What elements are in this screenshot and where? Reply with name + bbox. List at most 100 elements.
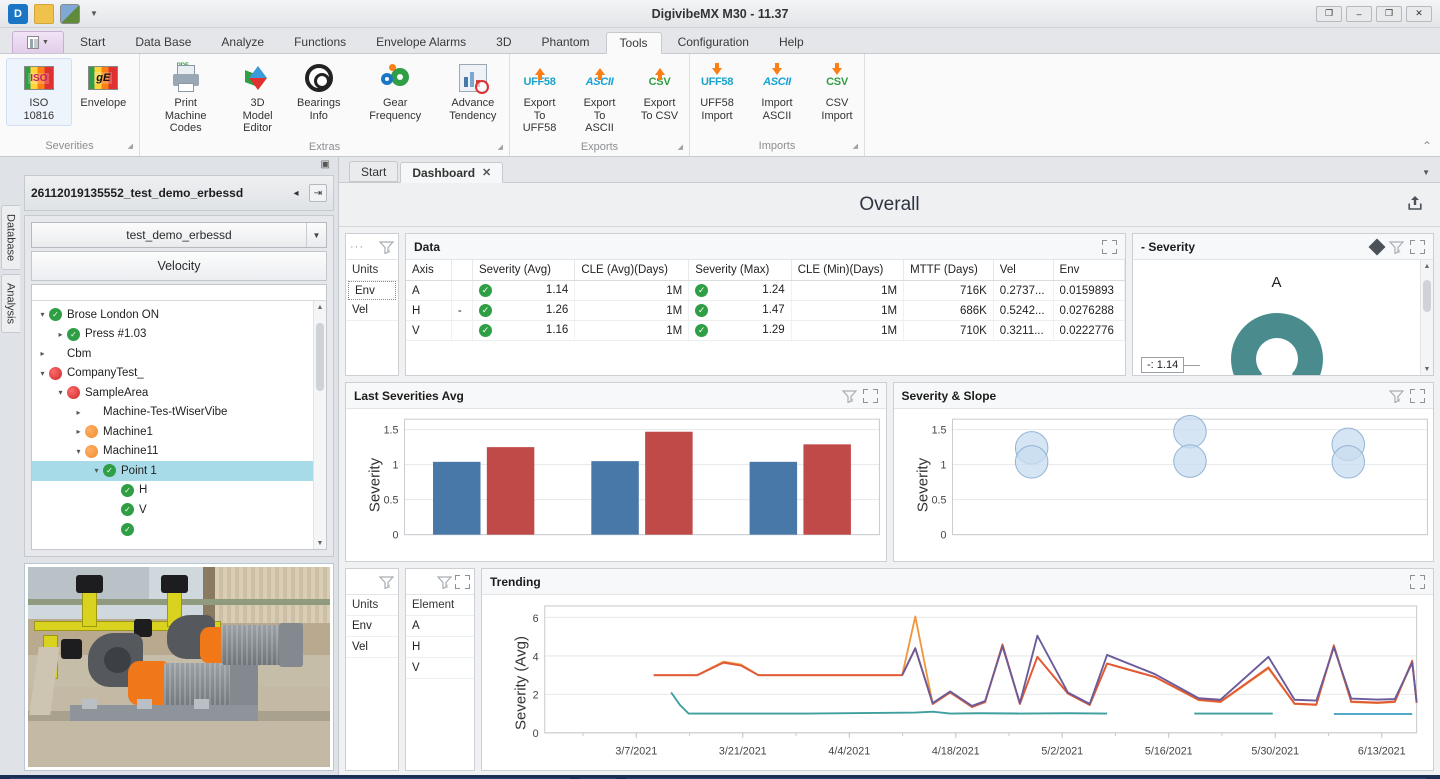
trend-line[interactable]: [901, 634, 1418, 707]
table-row[interactable]: H - ✓ 1.26 1M ✓ 1.47 1M 686K 0.5242... 0.0276288: [406, 300, 1125, 321]
tree-item-point-1[interactable]: ▾ ✓ Point 1: [32, 461, 313, 481]
dialog-launcher-icon[interactable]: ◢: [678, 143, 683, 151]
export-share-icon[interactable]: [1404, 192, 1426, 214]
dialog-launcher-icon[interactable]: ◢: [498, 143, 503, 151]
trend-line[interactable]: [653, 643, 1418, 708]
expand-twisty-closed-icon[interactable]: ▸: [72, 427, 85, 436]
import-ascii-button[interactable]: ASCII Import ASCII: [748, 58, 806, 126]
bar[interactable]: [645, 431, 693, 535]
scroll-up-icon[interactable]: ▲: [1421, 260, 1433, 272]
trending-units-env[interactable]: Env: [346, 616, 398, 637]
tree-item-companytest[interactable]: ▾ CompanyTest_: [32, 364, 313, 384]
dialog-launcher-icon[interactable]: ◢: [128, 142, 133, 150]
trending-units-vel[interactable]: Vel: [346, 637, 398, 658]
doc-tab-dashboard[interactable]: Dashboard ✕: [400, 162, 504, 183]
column-header[interactable]: CLE (Avg)(Days): [574, 260, 690, 281]
grid-view-icon[interactable]: [60, 3, 80, 24]
expand-twisty-closed-icon[interactable]: ▸: [54, 330, 67, 339]
scroll-down-icon[interactable]: ▼: [314, 537, 326, 549]
collapse-ribbon-icon[interactable]: ⌃: [1422, 139, 1432, 153]
collapse-left-icon[interactable]: ◂: [287, 184, 305, 202]
iso-10816-button[interactable]: ISO ISO 10816: [6, 58, 72, 127]
expand-twisty-closed-icon[interactable]: ▸: [72, 408, 85, 417]
print-machine-codes-button[interactable]: PDF Print Machine Codes: [146, 58, 225, 139]
tree-item-press-1-03[interactable]: ▸ ✓ Press #1.03: [32, 325, 313, 345]
app-logo-icon[interactable]: D: [8, 3, 28, 24]
bubble[interactable]: [1172, 415, 1207, 449]
chevron-down-icon[interactable]: ▼: [86, 9, 102, 18]
tree-item-h[interactable]: ✓ H: [32, 481, 313, 501]
tree-item-machine11[interactable]: ▾ Machine11: [32, 442, 313, 462]
dialog-launcher-icon[interactable]: ◢: [853, 142, 858, 150]
expand-icon[interactable]: [1410, 388, 1425, 403]
expand-twisty-open-icon[interactable]: ▾: [90, 466, 103, 475]
uff58-import-button[interactable]: UFF58 UFF58 Import: [688, 58, 746, 126]
maximize-button[interactable]: ❐: [1376, 5, 1402, 22]
filter-icon[interactable]: x: [841, 389, 857, 403]
column-header[interactable]: Axis: [406, 260, 452, 281]
filter-icon[interactable]: x: [379, 575, 394, 589]
tab-tools[interactable]: Tools: [605, 32, 662, 54]
restore-pane-button[interactable]: ❐: [1316, 5, 1342, 22]
filter-icon[interactable]: x: [437, 575, 452, 589]
3d-model-editor-button[interactable]: 3D Model Editor: [227, 58, 287, 139]
expand-twisty-open-icon[interactable]: ▾: [54, 388, 67, 397]
bar[interactable]: [749, 461, 798, 535]
tab-overflow-icon[interactable]: ▼: [1422, 168, 1430, 177]
trending-element-a[interactable]: A: [406, 616, 474, 637]
bar[interactable]: [591, 461, 639, 535]
close-button[interactable]: ✕: [1406, 5, 1432, 22]
expand-twisty-open-icon[interactable]: ▾: [36, 310, 49, 319]
envelope-button[interactable]: gE Envelope: [74, 58, 133, 114]
tree-item-cbm[interactable]: ▸ Cbm: [32, 344, 313, 364]
bubble[interactable]: [1331, 445, 1365, 479]
tree-item-samplearea[interactable]: ▾ SampleArea: [32, 383, 313, 403]
bar[interactable]: [433, 461, 481, 535]
expand-icon[interactable]: [1102, 239, 1117, 254]
column-header[interactable]: Severity (Avg): [472, 260, 576, 281]
trend-line[interactable]: [670, 691, 1108, 715]
column-header[interactable]: Severity (Max): [688, 260, 792, 281]
scroll-thumb[interactable]: [1423, 280, 1431, 312]
table-row[interactable]: V ✓ 1.16 1M ✓ 1.29 1M 710K 0.3211... 0.0222776: [406, 320, 1125, 341]
scroll-up-icon[interactable]: ▲: [314, 301, 326, 313]
expand-icon[interactable]: [862, 388, 878, 403]
advance-tendency-button[interactable]: Advance Tendency: [443, 58, 503, 126]
file-menu-button[interactable]: ▼: [12, 31, 64, 53]
expand-icon[interactable]: [1410, 239, 1425, 254]
expand-icon[interactable]: [1410, 574, 1425, 589]
database-select[interactable]: test_demo_erbessd ▼: [31, 222, 327, 248]
bubble[interactable]: [1172, 444, 1207, 478]
tab-configuration[interactable]: Configuration: [664, 31, 763, 53]
tree-item-v[interactable]: ✓ V: [32, 500, 313, 520]
units-option-env[interactable]: Env: [348, 281, 396, 300]
bar[interactable]: [486, 447, 535, 535]
tab-envelope-alarms[interactable]: Envelope Alarms: [362, 31, 480, 53]
units-option-vel[interactable]: Vel: [346, 300, 398, 321]
minimize-button[interactable]: –: [1346, 5, 1372, 22]
expand-twisty-closed-icon[interactable]: ▸: [36, 349, 49, 358]
tab-start[interactable]: Start: [66, 31, 119, 53]
tree-item-partial[interactable]: ✓: [32, 520, 313, 540]
gear-frequency-button[interactable]: Gear Frequency: [350, 58, 441, 126]
export-to-uff58-button[interactable]: UFF58 Export To UFF58: [511, 58, 569, 139]
vtab-analysis[interactable]: Analysis: [0, 274, 20, 334]
bubble[interactable]: [1014, 445, 1048, 479]
tree-item-machine1[interactable]: ▸ Machine1: [32, 422, 313, 442]
tree-scrollbar[interactable]: ▲ ▼: [313, 301, 326, 549]
column-header[interactable]: [451, 260, 473, 281]
chevron-down-icon[interactable]: ▼: [306, 223, 326, 247]
csv-import-button[interactable]: CSV CSV Import: [808, 58, 866, 126]
tab-functions[interactable]: Functions: [280, 31, 360, 53]
trending-element-v[interactable]: V: [406, 658, 474, 679]
severity-scrollbar[interactable]: ▲ ▼: [1420, 260, 1433, 375]
filter-icon[interactable]: x: [379, 240, 394, 254]
table-row[interactable]: A ✓ 1.14 1M ✓ 1.24 1M 716K 0.2737... 0.0159893: [406, 280, 1125, 301]
doc-tab-start[interactable]: Start: [349, 161, 399, 182]
tab-3d[interactable]: 3D: [482, 31, 525, 53]
expand-icon[interactable]: [455, 574, 470, 589]
velocity-button[interactable]: Velocity: [31, 251, 327, 281]
expand-panel-icon[interactable]: ⇥: [309, 184, 327, 202]
export-to-csv-button[interactable]: CSV Export To CSV: [631, 58, 689, 126]
expand-twisty-open-icon[interactable]: ▾: [36, 369, 49, 378]
